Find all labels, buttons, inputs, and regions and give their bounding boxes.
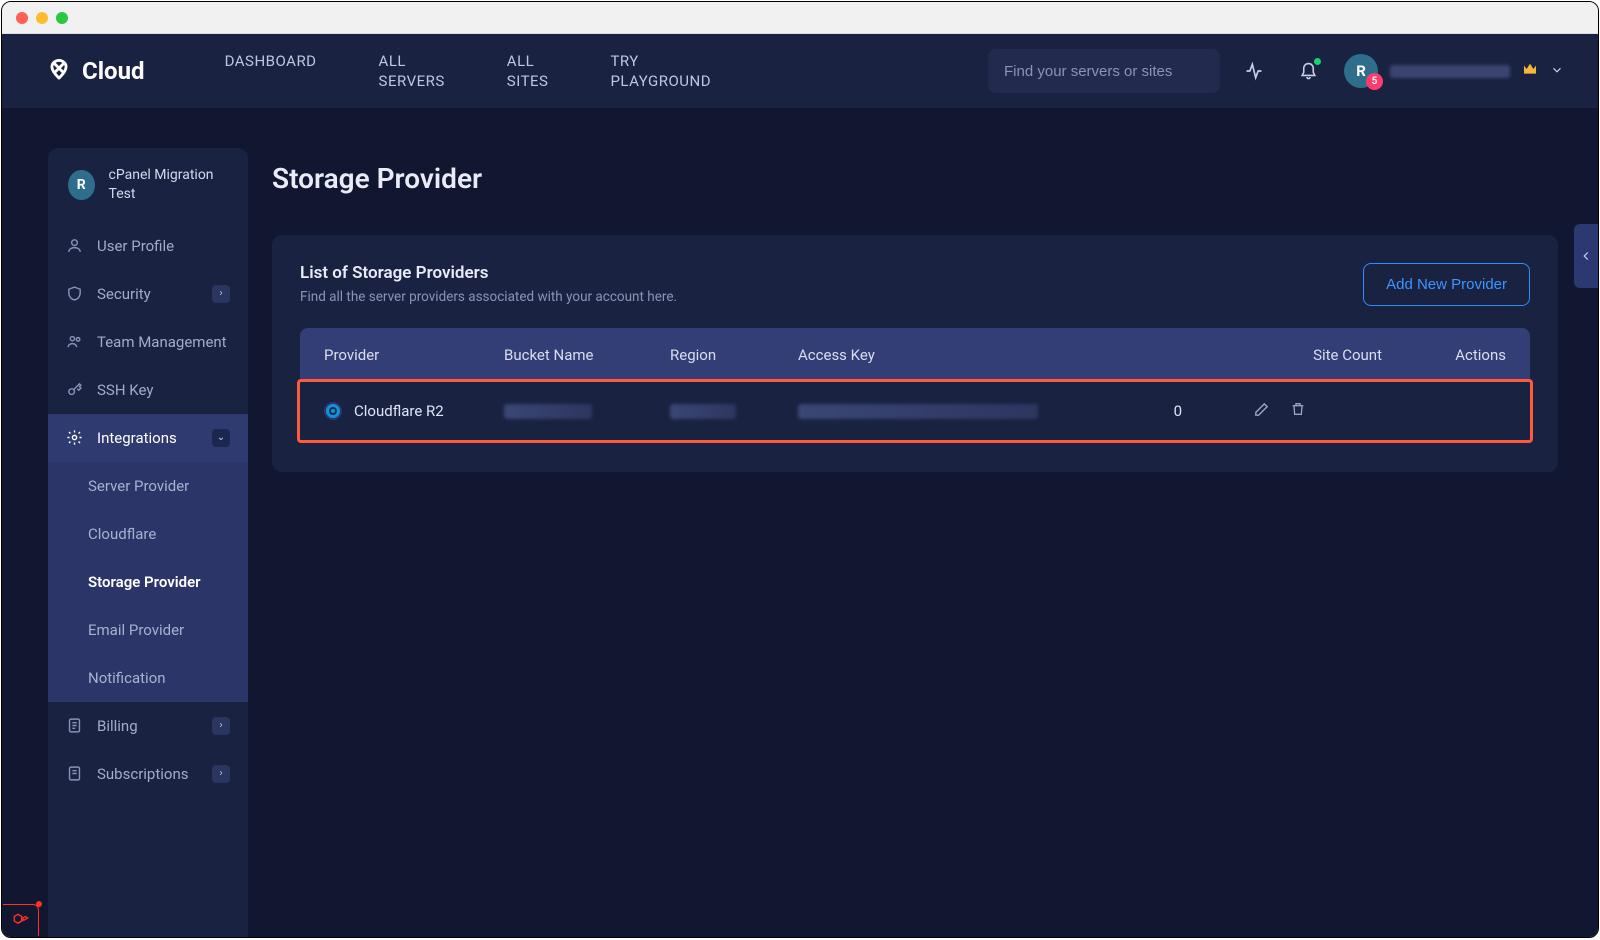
nav-all-servers[interactable]: ALL SERVERS	[379, 51, 445, 92]
search-input[interactable]	[1004, 63, 1203, 80]
col-bucket: Bucket Name	[504, 346, 670, 364]
crown-icon	[1522, 61, 1538, 81]
project-name: cPanel Migration Test	[109, 166, 228, 204]
section-subtitle: Find all the server providers associated…	[300, 289, 677, 305]
page-title: Storage Provider	[272, 148, 1558, 235]
col-actions: Actions	[1382, 346, 1506, 364]
activity-icon[interactable]	[1234, 51, 1274, 91]
chevron-right-icon: ›	[212, 717, 230, 735]
bucket-redacted	[504, 404, 592, 419]
section-title: List of Storage Providers	[300, 263, 677, 283]
brand-logo[interactable]: Cloud	[42, 54, 145, 88]
cloudflare-icon	[324, 402, 342, 420]
chevron-down-icon: ⌄	[212, 429, 230, 447]
provider-name: Cloudflare R2	[354, 402, 444, 420]
sub-notification[interactable]: Notification	[48, 654, 248, 702]
main-content: Storage Provider List of Storage Provide…	[272, 148, 1558, 938]
shield-icon	[66, 285, 83, 302]
notification-dot	[1314, 58, 1321, 65]
project-avatar: R	[68, 170, 95, 200]
avatar: R 5	[1344, 54, 1378, 88]
nav-try-playground[interactable]: TRY PLAYGROUND	[610, 51, 711, 92]
sidebar: R cPanel Migration Test User Profile Sec…	[48, 148, 248, 938]
user-label-redacted	[1390, 65, 1510, 78]
nav-dashboard[interactable]: DASHBOARD	[225, 51, 317, 92]
chevron-left-icon	[1579, 249, 1593, 263]
integrations-submenu: Server Provider Cloudflare Storage Provi…	[48, 462, 248, 702]
region-redacted	[670, 404, 736, 419]
col-region: Region	[670, 346, 798, 364]
traffic-light-max[interactable]	[56, 12, 68, 24]
sub-server-provider[interactable]: Server Provider	[48, 462, 248, 510]
chevron-right-icon: ›	[212, 285, 230, 303]
sub-email-provider[interactable]: Email Provider	[48, 606, 248, 654]
right-panel-toggle[interactable]	[1574, 224, 1598, 288]
sidebar-item-billing[interactable]: Billing ›	[48, 702, 248, 750]
user-icon	[66, 237, 83, 254]
col-provider: Provider	[324, 346, 504, 364]
brand-text: Cloud	[82, 57, 145, 85]
sidebar-project[interactable]: R cPanel Migration Test	[48, 148, 248, 222]
logo-icon	[42, 54, 76, 88]
add-new-provider-button[interactable]: Add New Provider	[1363, 263, 1530, 306]
chevron-right-icon: ›	[212, 765, 230, 783]
delete-icon[interactable]	[1290, 401, 1306, 422]
edit-icon[interactable]	[1253, 401, 1270, 422]
sidebar-item-integrations[interactable]: Integrations ⌄	[48, 414, 248, 462]
site-count: 0	[1038, 402, 1182, 420]
sub-cloudflare[interactable]: Cloudflare	[48, 510, 248, 558]
traffic-light-min[interactable]	[36, 12, 48, 24]
sidebar-item-security[interactable]: Security ›	[48, 270, 248, 318]
table-header-row: Provider Bucket Name Region Access Key S…	[300, 328, 1530, 382]
avatar-badge: 5	[1366, 73, 1383, 90]
laravel-icon	[12, 912, 30, 930]
top-navbar: Cloud DASHBOARD ALL SERVERS ALL SITES TR…	[2, 34, 1598, 108]
bell-icon[interactable]	[1288, 51, 1328, 91]
traffic-light-close[interactable]	[16, 12, 28, 24]
macos-window-chrome	[2, 2, 1598, 34]
doc-icon	[66, 765, 83, 782]
col-site-count: Site Count	[1238, 346, 1382, 364]
nav-links: DASHBOARD ALL SERVERS ALL SITES TRY PLAY…	[225, 51, 712, 92]
doc-icon	[66, 717, 83, 734]
nav-all-sites[interactable]: ALL SITES	[507, 51, 549, 92]
sidebar-item-team-management[interactable]: Team Management	[48, 318, 248, 366]
sidebar-item-user-profile[interactable]: User Profile	[48, 222, 248, 270]
sub-storage-provider[interactable]: Storage Provider	[48, 558, 248, 606]
gear-icon	[66, 429, 83, 446]
search-box[interactable]	[988, 49, 1220, 93]
sidebar-item-ssh-key[interactable]: SSH Key	[48, 366, 248, 414]
user-menu[interactable]: R 5	[1344, 54, 1564, 88]
key-icon	[66, 381, 83, 398]
sidebar-item-subscriptions[interactable]: Subscriptions ›	[48, 750, 248, 798]
access-key-redacted	[798, 404, 1038, 419]
laravel-badge[interactable]	[3, 904, 39, 936]
providers-table: Provider Bucket Name Region Access Key S…	[300, 328, 1530, 440]
team-icon	[66, 333, 83, 350]
chevron-down-icon	[1550, 62, 1564, 81]
table-row: Cloudflare R2 0	[300, 382, 1530, 440]
col-access-key: Access Key	[798, 346, 1238, 364]
storage-panel: List of Storage Providers Find all the s…	[272, 235, 1558, 472]
